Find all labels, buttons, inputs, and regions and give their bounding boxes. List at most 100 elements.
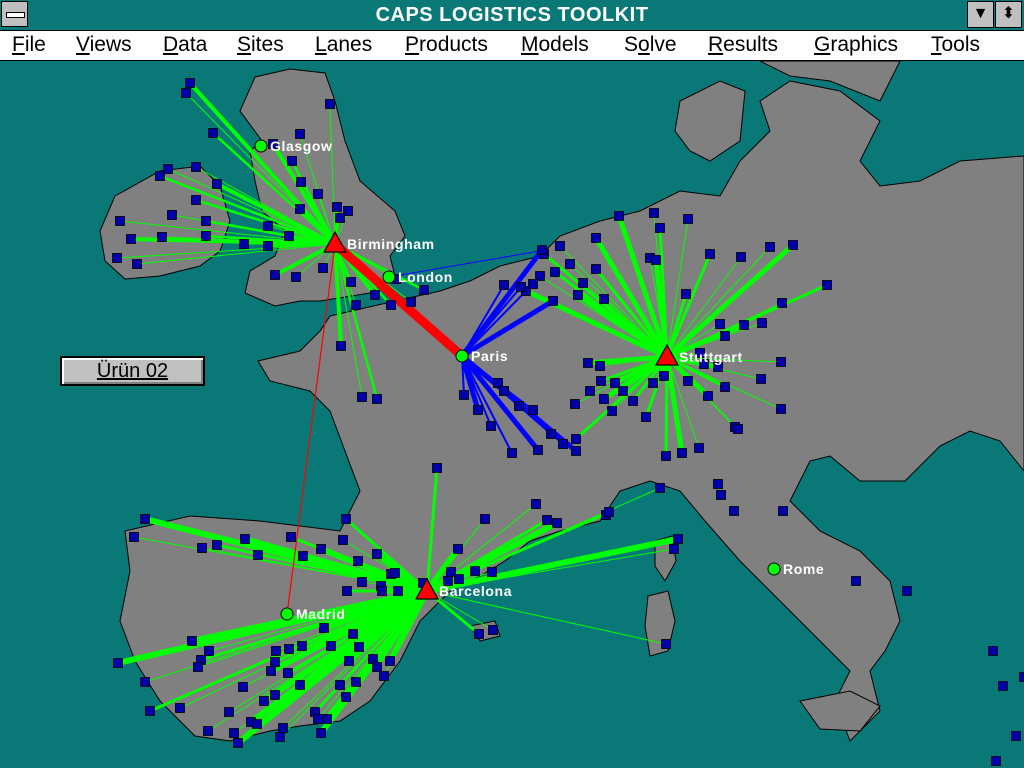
- menu-views[interactable]: Views: [76, 33, 132, 57]
- customer-site[interactable]: [325, 99, 335, 109]
- customer-site[interactable]: [1011, 731, 1021, 741]
- customer-site[interactable]: [175, 703, 185, 713]
- customer-site[interactable]: [270, 690, 280, 700]
- menu-graphics[interactable]: Graphics: [814, 33, 898, 57]
- menu-products[interactable]: Products: [405, 33, 488, 57]
- customer-site[interactable]: [681, 289, 691, 299]
- customer-site[interactable]: [661, 639, 671, 649]
- customer-site[interactable]: [851, 576, 861, 586]
- customer-site[interactable]: [473, 405, 483, 415]
- customer-site[interactable]: [132, 259, 142, 269]
- customer-site[interactable]: [655, 223, 665, 233]
- customer-site[interactable]: [776, 404, 786, 414]
- customer-site[interactable]: [459, 390, 469, 400]
- customer-site[interactable]: [661, 451, 671, 461]
- customer-site[interactable]: [604, 507, 614, 517]
- customer-site[interactable]: [129, 532, 139, 542]
- customer-site[interactable]: [201, 216, 211, 226]
- customer-site[interactable]: [591, 233, 601, 243]
- customer-site[interactable]: [270, 657, 280, 667]
- menu-data[interactable]: Data: [163, 33, 207, 57]
- customer-site[interactable]: [514, 401, 524, 411]
- customer-site[interactable]: [208, 128, 218, 138]
- customer-site[interactable]: [677, 448, 687, 458]
- customer-site[interactable]: [313, 189, 323, 199]
- customer-site[interactable]: [335, 680, 345, 690]
- customer-site[interactable]: [286, 532, 296, 542]
- customer-site[interactable]: [239, 239, 249, 249]
- customer-site[interactable]: [570, 399, 580, 409]
- customer-site[interactable]: [558, 439, 568, 449]
- customer-site[interactable]: [284, 231, 294, 241]
- customer-site[interactable]: [191, 162, 201, 172]
- customer-site[interactable]: [550, 267, 560, 277]
- customer-site[interactable]: [703, 391, 713, 401]
- customer-site[interactable]: [595, 361, 605, 371]
- customer-site[interactable]: [470, 566, 480, 576]
- product-button[interactable]: Ürün 02: [60, 356, 205, 386]
- customer-site[interactable]: [319, 623, 329, 633]
- customer-site[interactable]: [648, 378, 658, 388]
- customer-site[interactable]: [533, 445, 543, 455]
- customer-site[interactable]: [229, 728, 239, 738]
- customer-site[interactable]: [112, 253, 122, 263]
- customer-site[interactable]: [224, 707, 234, 717]
- customer-site[interactable]: [736, 252, 746, 262]
- customer-site[interactable]: [720, 331, 730, 341]
- city-paris[interactable]: [455, 349, 469, 363]
- customer-site[interactable]: [193, 662, 203, 672]
- customer-site[interactable]: [278, 723, 288, 733]
- customer-site[interactable]: [585, 386, 595, 396]
- minimize-button[interactable]: ▼: [967, 1, 994, 28]
- customer-site[interactable]: [683, 376, 693, 386]
- customer-site[interactable]: [140, 514, 150, 524]
- customer-site[interactable]: [385, 656, 395, 666]
- customer-site[interactable]: [765, 242, 775, 252]
- customer-site[interactable]: [283, 668, 293, 678]
- customer-site[interactable]: [720, 382, 730, 392]
- customer-site[interactable]: [713, 479, 723, 489]
- customer-site[interactable]: [341, 514, 351, 524]
- customer-site[interactable]: [212, 540, 222, 550]
- customer-site[interactable]: [776, 357, 786, 367]
- customer-site[interactable]: [275, 732, 285, 742]
- customer-site[interactable]: [546, 429, 556, 439]
- customer-site[interactable]: [988, 646, 998, 656]
- customer-site[interactable]: [756, 374, 766, 384]
- customer-site[interactable]: [655, 483, 665, 493]
- customer-site[interactable]: [487, 567, 497, 577]
- customer-site[interactable]: [351, 300, 361, 310]
- customer-site[interactable]: [571, 446, 581, 456]
- customer-site[interactable]: [295, 680, 305, 690]
- customer-site[interactable]: [486, 421, 496, 431]
- customer-site[interactable]: [565, 259, 575, 269]
- customer-site[interactable]: [599, 394, 609, 404]
- customer-site[interactable]: [354, 642, 364, 652]
- customer-site[interactable]: [488, 625, 498, 635]
- customer-site[interactable]: [628, 396, 638, 406]
- customer-site[interactable]: [238, 682, 248, 692]
- customer-site[interactable]: [113, 658, 123, 668]
- customer-site[interactable]: [263, 241, 273, 251]
- customer-site[interactable]: [716, 490, 726, 500]
- customer-site[interactable]: [197, 543, 207, 553]
- customer-site[interactable]: [252, 719, 262, 729]
- customer-site[interactable]: [322, 714, 332, 724]
- customer-site[interactable]: [140, 677, 150, 687]
- customer-site[interactable]: [998, 681, 1008, 691]
- customer-site[interactable]: [393, 586, 403, 596]
- customer-site[interactable]: [204, 646, 214, 656]
- customer-site[interactable]: [372, 394, 382, 404]
- customer-site[interactable]: [390, 568, 400, 578]
- customer-site[interactable]: [191, 195, 201, 205]
- customer-site[interactable]: [729, 506, 739, 516]
- customer-site[interactable]: [295, 204, 305, 214]
- customer-site[interactable]: [649, 208, 659, 218]
- customer-site[interactable]: [614, 211, 624, 221]
- city-madrid[interactable]: [280, 607, 294, 621]
- customer-site[interactable]: [338, 535, 348, 545]
- customer-site[interactable]: [187, 636, 197, 646]
- customer-site[interactable]: [185, 78, 195, 88]
- customer-site[interactable]: [432, 463, 442, 473]
- customer-site[interactable]: [357, 392, 367, 402]
